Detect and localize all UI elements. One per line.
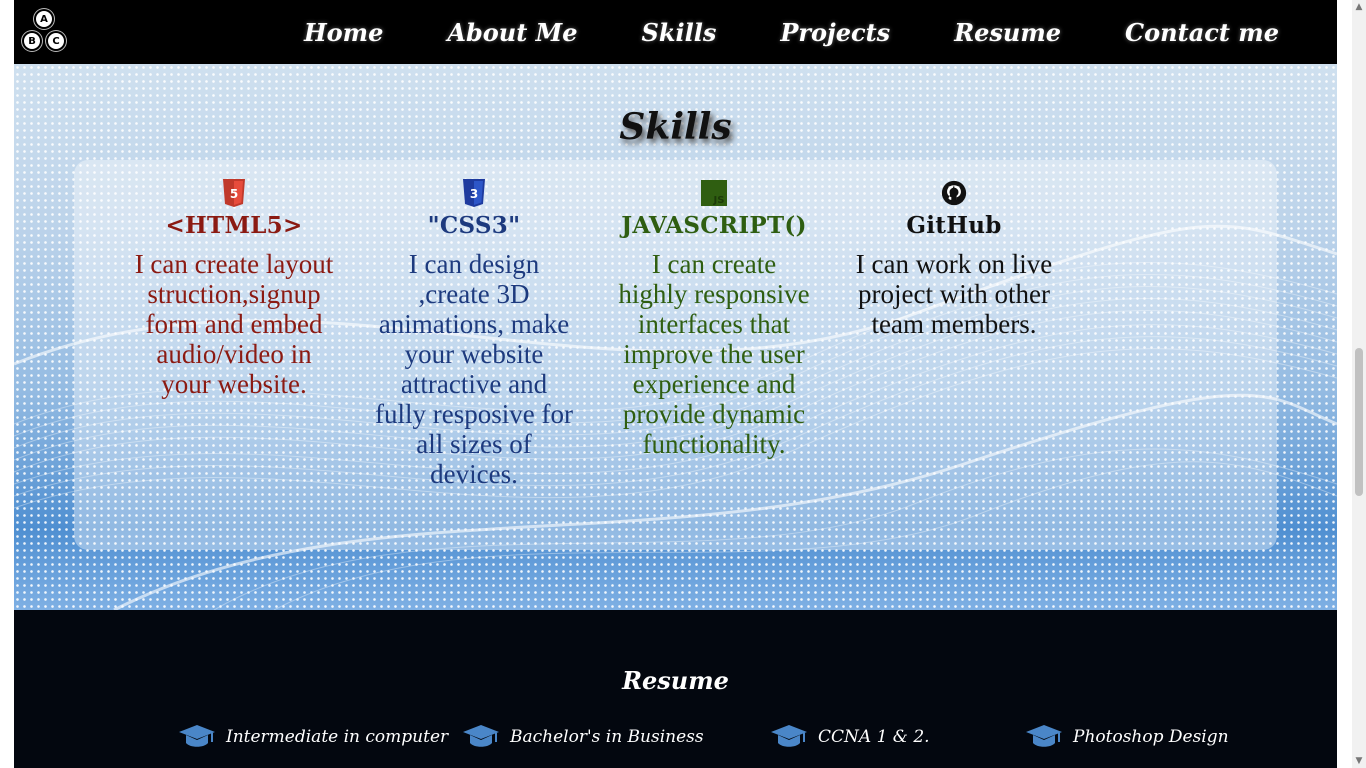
- resume-section: Resume Intermediate in computer Bachelor…: [14, 610, 1337, 768]
- skills-section: Skills 5 <HTML5> I can create layout str…: [14, 64, 1337, 610]
- resume-item-label: Photoshop Design: [1073, 727, 1229, 747]
- page: A B C Home About Me Skills Projects Resu…: [14, 0, 1337, 768]
- vertical-scrollbar[interactable]: ▲ ▼: [1352, 0, 1366, 768]
- skills-title: Skills: [619, 106, 732, 148]
- skill-name: GitHub: [906, 212, 1002, 239]
- skill-html5: 5 <HTML5> I can create layout struction,…: [134, 178, 334, 399]
- logo[interactable]: A B C: [20, 9, 68, 53]
- svg-text:3: 3: [470, 187, 478, 201]
- skill-description: I can design ,create 3D animations, make…: [375, 249, 573, 489]
- resume-item-label: Intermediate in computer: [226, 727, 449, 747]
- skill-css3: 3 "CSS3" I can design ,create 3D animati…: [374, 178, 574, 489]
- skill-github: GitHub I can work on live project with o…: [854, 178, 1054, 339]
- skill-javascript: JS JAVASCRIPT() I can create highly resp…: [614, 178, 814, 459]
- resume-item-label: CCNA 1 & 2.: [818, 727, 930, 747]
- navbar: A B C Home About Me Skills Projects Resu…: [14, 0, 1337, 64]
- resume-item: CCNA 1 & 2.: [770, 724, 930, 750]
- nav-projects[interactable]: Projects: [780, 18, 890, 47]
- nav-skills[interactable]: Skills: [642, 18, 717, 47]
- graduation-cap-icon: [1026, 725, 1062, 747]
- graduation-cap-icon: [771, 725, 807, 747]
- logo-ball-a: A: [36, 11, 52, 27]
- graduation-cap-icon: [179, 725, 215, 747]
- svg-text:JS: JS: [713, 195, 725, 206]
- skill-description: I can create highly responsive interface…: [618, 249, 810, 459]
- nav-home[interactable]: Home: [304, 18, 383, 47]
- github-icon[interactable]: [941, 178, 967, 208]
- skill-name: JAVASCRIPT(): [621, 212, 807, 239]
- resume-item-label: Bachelor's in Business: [510, 727, 704, 747]
- nav-resume[interactable]: Resume: [954, 18, 1061, 47]
- skill-name: <HTML5>: [165, 212, 303, 239]
- skill-name: "CSS3": [427, 212, 521, 239]
- resume-title: Resume: [622, 666, 729, 695]
- graduation-cap-icon: [463, 725, 499, 747]
- html5-icon: 5: [223, 179, 245, 207]
- logo-ball-c: C: [48, 33, 64, 49]
- logo-ball-b: B: [24, 33, 40, 49]
- css3-icon: 3: [463, 179, 485, 207]
- scroll-up-arrow-icon[interactable]: ▲: [1352, 0, 1366, 14]
- svg-text:5: 5: [230, 187, 238, 201]
- skills-card: 5 <HTML5> I can create layout struction,…: [74, 160, 1277, 550]
- scrollbar-thumb[interactable]: [1355, 348, 1363, 496]
- resume-item: Bachelor's in Business: [462, 724, 704, 750]
- nav-contact-me[interactable]: Contact me: [1125, 18, 1279, 47]
- resume-item: Intermediate in computer: [178, 724, 448, 750]
- resume-item: Photoshop Design: [1025, 724, 1229, 750]
- skill-description: I can create layout struction,signup for…: [134, 249, 334, 399]
- skill-description: I can work on live project with other te…: [855, 249, 1053, 339]
- javascript-icon: JS: [701, 180, 727, 206]
- nav-links: Home About Me Skills Projects Resume Con…: [304, 0, 1279, 64]
- scroll-down-arrow-icon[interactable]: ▼: [1352, 754, 1366, 768]
- nav-about-me[interactable]: About Me: [447, 18, 577, 47]
